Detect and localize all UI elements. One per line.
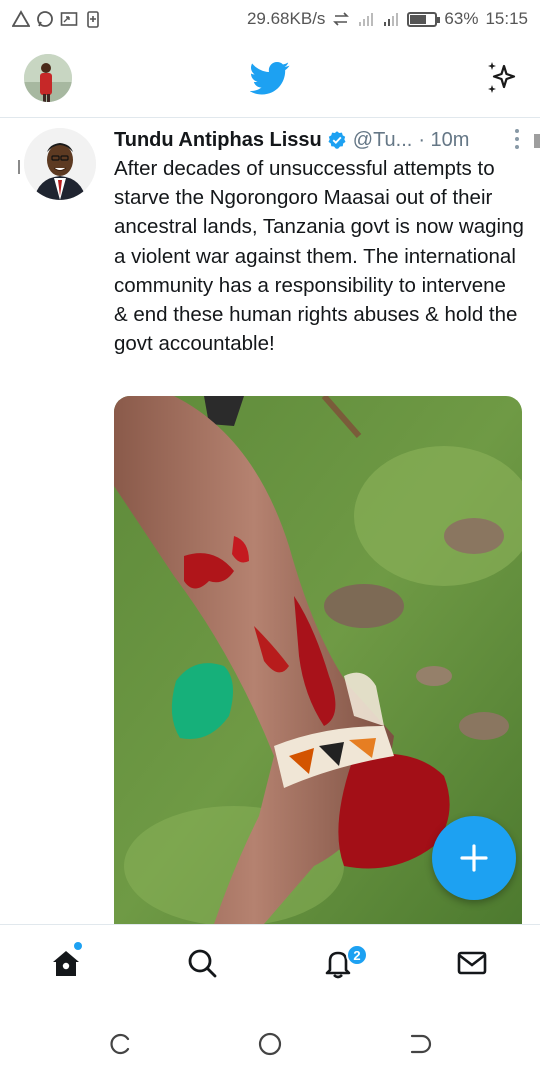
back-icon[interactable] — [406, 1030, 434, 1058]
system-status: 29.68KB/s 63% 15:15 — [247, 9, 528, 29]
tweet-author-avatar[interactable] — [24, 128, 96, 200]
home-new-content-indicator — [74, 942, 82, 950]
data-transfer-icon — [333, 12, 350, 26]
more-options-icon[interactable] — [514, 128, 520, 150]
status-bar: 29.68KB/s 63% 15:15 — [0, 0, 540, 38]
wifi-icon — [384, 13, 399, 26]
author-handle[interactable]: @Tu... — [353, 129, 413, 152]
app-header — [0, 38, 540, 118]
tweet-header: Tundu Antiphas Lissu @Tu... · 10m — [114, 126, 526, 154]
signal-icon — [359, 13, 374, 26]
system-navigation-bar — [0, 1006, 540, 1080]
recent-apps-icon[interactable] — [106, 1030, 134, 1058]
tweet-timestamp: · 10m — [418, 128, 470, 151]
network-speed: 29.68KB/s — [246, 9, 326, 28]
battery-level — [410, 14, 426, 24]
battery-icon — [407, 11, 441, 27]
scrollbar[interactable] — [534, 134, 540, 148]
tweet-text: After decades of unsuccessful attempts t… — [114, 157, 524, 356]
author-name[interactable]: Tundu Antiphas Lissu — [114, 129, 322, 152]
warning-triangle-icon — [12, 10, 30, 27]
plus-icon — [460, 844, 488, 872]
nav-search[interactable] — [182, 943, 222, 983]
notification-count-badge: 2 — [346, 944, 368, 966]
compose-tweet-button[interactable] — [432, 816, 516, 900]
tweet[interactable]: Tundu Antiphas Lissu @Tu... · 10m After … — [0, 118, 540, 924]
twitter-bird-icon[interactable] — [250, 58, 290, 98]
home-icon — [53, 951, 79, 976]
bottom-navigation — [0, 924, 540, 1006]
battery-saver-icon — [87, 11, 99, 28]
thread-indicator — [18, 160, 20, 174]
mail-icon — [457, 951, 487, 975]
cast-icon — [60, 12, 78, 26]
profile-avatar[interactable] — [24, 54, 72, 102]
nav-messages[interactable] — [452, 943, 492, 983]
search-icon — [188, 949, 217, 978]
clock: 15:15 — [485, 9, 528, 28]
avatar-image — [24, 54, 72, 102]
notification-icons — [12, 10, 102, 28]
verified-badge-icon — [328, 131, 346, 149]
whatsapp-icon — [37, 11, 53, 27]
home-circle-icon[interactable] — [256, 1030, 284, 1058]
battery-percent: 63% — [444, 9, 479, 28]
sparkle-icon[interactable] — [482, 58, 522, 98]
author-photo — [24, 128, 96, 200]
